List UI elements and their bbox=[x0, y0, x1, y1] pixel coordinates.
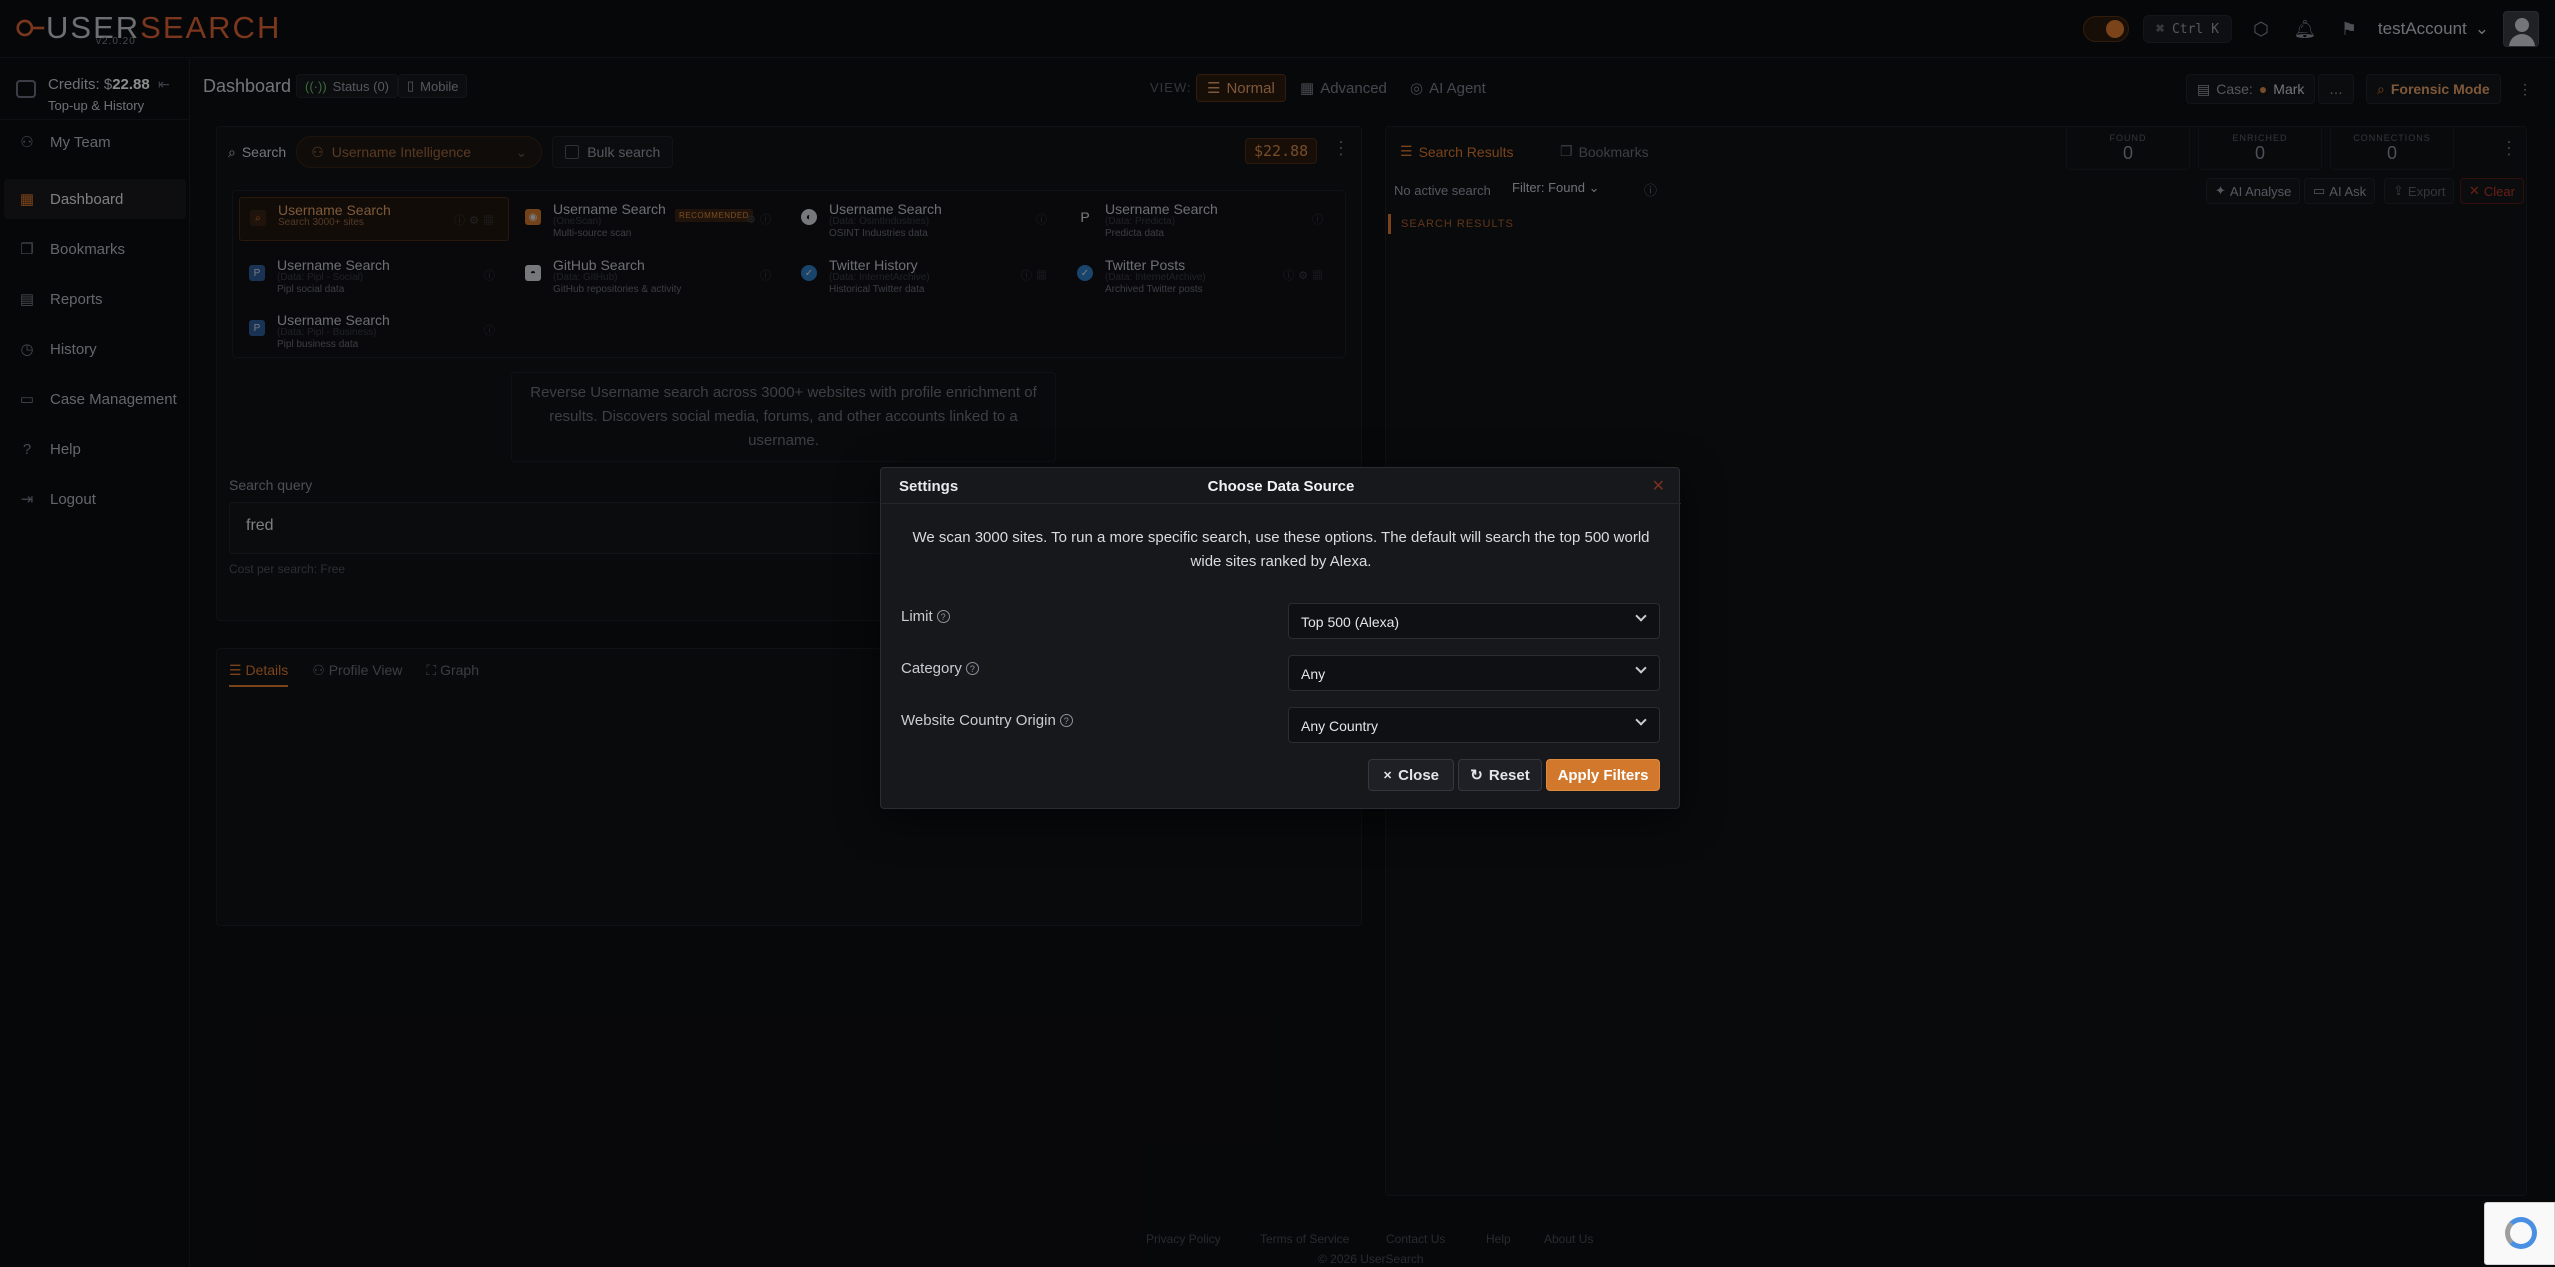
refresh-icon: ↻ bbox=[1470, 767, 1483, 784]
chevron-down-icon bbox=[1635, 662, 1647, 674]
help-icon[interactable]: ? bbox=[1059, 714, 1073, 727]
chevron-down-icon bbox=[1635, 610, 1647, 622]
close-icon[interactable]: ✕ bbox=[1652, 476, 1665, 496]
help-icon[interactable]: ? bbox=[965, 662, 979, 675]
category-select[interactable]: Any bbox=[1288, 655, 1660, 691]
close-icon: ✕ bbox=[1382, 769, 1393, 782]
modal-title: Choose Data Source bbox=[1207, 478, 1355, 495]
help-icon[interactable]: ? bbox=[936, 610, 950, 623]
limit-label: Limit? bbox=[901, 608, 950, 625]
recaptcha-badge[interactable] bbox=[2484, 1202, 2555, 1265]
category-label: Category? bbox=[901, 660, 979, 677]
modal-header: Settings Choose Data Source ✕ bbox=[881, 468, 1681, 504]
country-select[interactable]: Any Country bbox=[1288, 707, 1660, 743]
country-label: Website Country Origin? bbox=[901, 712, 1073, 729]
modal-intro: We scan 3000 sites. To run a more specif… bbox=[912, 529, 1650, 570]
apply-filters-button[interactable]: Apply Filters bbox=[1546, 759, 1660, 791]
close-button[interactable]: ✕ Close bbox=[1368, 759, 1454, 791]
reset-button[interactable]: ↻ Reset bbox=[1458, 759, 1542, 791]
chevron-down-icon bbox=[1635, 714, 1647, 726]
recaptcha-icon bbox=[2505, 1217, 2537, 1249]
limit-select[interactable]: Top 500 (Alexa) bbox=[1288, 603, 1660, 639]
data-source-modal: Settings Choose Data Source ✕ We scan 30… bbox=[880, 467, 1681, 809]
